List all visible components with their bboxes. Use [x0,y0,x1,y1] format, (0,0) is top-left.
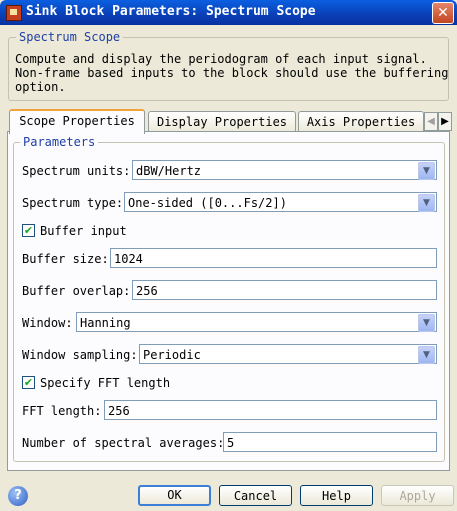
spectrum-units-label: Spectrum units: [22,164,131,178]
window-sampling-value: Periodic [143,348,201,362]
help-button[interactable]: Help [300,485,373,506]
window-value: Hanning [80,316,131,330]
spectrum-units-value: dBW/Hertz [136,164,202,178]
tab-scroll-left-icon[interactable]: ◀ [424,112,438,131]
fft-length-field[interactable]: 256 [104,400,437,420]
window-sampling-label: Window sampling: [22,348,138,362]
buffer-size-field[interactable]: 1024 [110,248,437,268]
window-sampling-select[interactable]: Periodic ▼ [139,344,437,364]
num-averages-label: Number of spectral averages: [22,436,225,450]
apply-button[interactable]: Apply [381,485,454,506]
buffer-input-label: Buffer input [40,224,127,238]
spectrum-type-value: One-sided ([0...Fs/2]) [128,196,287,210]
cancel-button[interactable]: Cancel [219,485,292,506]
spectrum-units-select[interactable]: dBW/Hertz ▼ [132,160,437,180]
chevron-down-icon[interactable]: ▼ [418,314,435,332]
block-description: Compute and display the periodogram of e… [15,52,449,94]
window-label: Window: [22,316,73,330]
window-select[interactable]: Hanning ▼ [76,312,437,332]
buffer-overlap-field[interactable]: 256 [132,280,437,300]
spectrum-type-label: Spectrum type: [22,196,124,210]
window-title: Sink Block Parameters: Spectrum Scope [26,4,316,19]
buffer-input-checkbox[interactable]: ✔ [22,224,35,237]
block-name-legend: Spectrum Scope [16,30,124,44]
chevron-down-icon[interactable]: ▼ [418,194,435,212]
buffer-size-label: Buffer size: [22,252,109,266]
title-bar: Sink Block Parameters: Spectrum Scope ✕ [0,0,457,25]
tab-scroll-right-icon[interactable]: ▶ [438,112,452,131]
buffer-overlap-label: Buffer overlap: [22,284,131,298]
ok-button[interactable]: OK [138,485,211,506]
parameters-legend: Parameters [20,135,99,149]
help-icon[interactable]: ? [8,486,28,506]
specify-fft-label: Specify FFT length [40,376,171,390]
chevron-down-icon[interactable]: ▼ [418,162,435,180]
tab-scope-properties[interactable]: Scope Properties [9,109,145,134]
tab-axis-properties[interactable]: Axis Properties [298,111,424,132]
spectrum-type-select[interactable]: One-sided ([0...Fs/2]) ▼ [124,192,437,212]
specify-fft-checkbox[interactable]: ✔ [22,376,35,389]
fft-length-label: FFT length: [22,404,102,418]
tab-display-properties[interactable]: Display Properties [148,111,296,132]
chevron-down-icon[interactable]: ▼ [418,346,435,364]
num-averages-field[interactable]: 5 [223,432,437,452]
close-button[interactable]: ✕ [432,2,454,24]
simulink-block-icon [6,5,22,21]
